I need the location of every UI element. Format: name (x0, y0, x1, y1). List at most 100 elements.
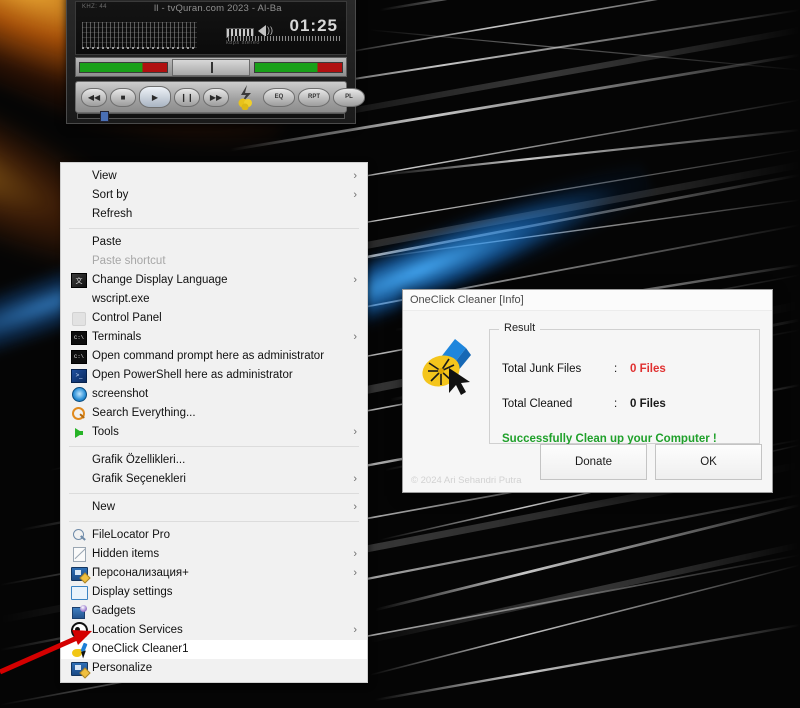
menu-item-change-display-language[interactable]: 文 Change Display Language › (61, 271, 367, 290)
location-services-icon (70, 622, 88, 639)
menu-item-open-powershell-here-as-administrator[interactable]: >_ Open PowerShell here as administrator (61, 366, 367, 385)
menu-item-icon (69, 188, 89, 203)
gadgets-icon (71, 605, 87, 619)
menu-item-label: screenshot (92, 388, 149, 400)
dialog-title: OneClick Cleaner [Info] (403, 290, 772, 311)
vu-meter-right (254, 61, 343, 73)
row-colon: : (614, 363, 618, 375)
menu-item-label: Paste shortcut (92, 255, 166, 267)
menu-item-label: Gadgets (92, 605, 136, 617)
menu-item-hidden-items[interactable]: Hidden items › (61, 545, 367, 564)
player-position-meter (228, 36, 340, 41)
command-prompt-icon: C:\ (71, 349, 87, 364)
player-mode-button-group: EQ RPT PL (258, 87, 370, 107)
balance-slider[interactable] (172, 58, 250, 76)
menu-item-icon (69, 207, 89, 222)
control-panel-icon (72, 311, 86, 326)
menu-item-label: Change Display Language (92, 274, 228, 286)
menu-item-screenshot[interactable]: screenshot (61, 385, 367, 404)
menu-item-grafik-se-enekleri[interactable]: Grafik Seçenekleri › (61, 470, 367, 489)
media-player-window[interactable]: KHZ: 44 ll - tvQuran.com 2023 - Al-Ba 01… (66, 0, 365, 124)
menu-item-icon (69, 254, 89, 269)
menu-item-icon (69, 406, 89, 421)
ok-button[interactable]: OK (655, 444, 762, 480)
repeat-button[interactable]: RPT (298, 87, 330, 107)
chevron-right-icon: › (353, 567, 357, 579)
menu-item-icon (69, 169, 89, 184)
menu-item-paste[interactable]: Paste (61, 233, 367, 252)
chevron-right-icon: › (353, 501, 357, 513)
menu-item-new[interactable]: New › (61, 498, 367, 517)
menu-item-grafik-zellikleri[interactable]: Grafik Özellikleri... (61, 451, 367, 470)
stop-button[interactable]: ■ (110, 87, 136, 107)
playlist-button[interactable]: PL (333, 87, 365, 107)
powershell-icon: >_ (71, 368, 87, 383)
menu-item-open-command-prompt-here-as-administrator[interactable]: C:\ Open command prompt here as administr… (61, 347, 367, 366)
menu-item-персонализация+[interactable]: Персонализация+ › (61, 564, 367, 584)
dialog-body: Result Total Junk Files : 0 Files Total … (403, 311, 772, 492)
menu-item-icon (69, 642, 89, 659)
total-junk-files-label: Total Junk Files (502, 363, 582, 375)
player-seek-bar[interactable] (77, 111, 345, 122)
menu-item-oneclick-cleaner1[interactable]: OneClick Cleaner1 (61, 640, 367, 659)
menu-item-refresh[interactable]: Refresh (61, 205, 367, 224)
menu-item-icon (69, 528, 89, 543)
menu-item-wscript-exe[interactable]: wscript.exe (61, 290, 367, 309)
lightning-flower-icon (238, 85, 252, 110)
menu-item-location-services[interactable]: Location Services › (61, 621, 367, 640)
menu-item-tools[interactable]: Tools › (61, 423, 367, 442)
menu-item-view[interactable]: View › (61, 167, 367, 186)
menu-item-personalize[interactable]: Personalize (61, 659, 367, 679)
player-equalizer-visual (82, 22, 197, 48)
menu-item-icon (69, 311, 89, 326)
personalize-icon (70, 566, 91, 584)
desktop-context-menu[interactable]: View › Sort by › Refresh Paste Paste shortcut 文… (60, 162, 368, 683)
menu-item-gadgets[interactable]: Gadgets (61, 602, 367, 621)
total-cleaned-value: 0 Files (630, 398, 666, 410)
vu-meter-left (79, 61, 168, 73)
donate-button[interactable]: Donate (540, 444, 647, 480)
player-seek-handle[interactable] (100, 111, 109, 122)
menu-item-icon (69, 661, 91, 679)
chevron-right-icon: › (353, 331, 357, 343)
menu-item-icon (69, 566, 91, 584)
personalize-icon (70, 661, 91, 679)
broom-cursor-icon (419, 335, 481, 397)
pause-button[interactable]: ❙❙ (174, 87, 200, 107)
command-prompt-icon: C:\ (71, 330, 87, 345)
player-transport-controls[interactable]: ◀◀ ■ ▶ ❙❙ ▶▶ EQ RPT PL (75, 81, 365, 113)
menu-item-label: Display settings (92, 586, 173, 598)
hidden-items-icon (72, 547, 86, 562)
chevron-right-icon: › (353, 426, 357, 438)
copyright-text: © 2024 Ari Sehandri Putra (411, 475, 522, 486)
equalizer-button[interactable]: EQ (263, 87, 295, 107)
menu-item-paste-shortcut: Paste shortcut (61, 252, 367, 271)
previous-button[interactable]: ◀◀ (81, 87, 107, 107)
menu-item-label: Open command prompt here as administrato… (92, 350, 325, 362)
menu-item-filelocator-pro[interactable]: FileLocator Pro (61, 526, 367, 545)
player-track-title: ll - tvQuran.com 2023 - Al-Ba (154, 3, 282, 14)
chevron-right-icon: › (353, 473, 357, 485)
menu-item-terminals[interactable]: C:\ Terminals › (61, 328, 367, 347)
menu-item-label: Sort by (92, 189, 129, 201)
menu-item-icon (69, 500, 89, 515)
menu-item-control-panel[interactable]: Control Panel (61, 309, 367, 328)
chevron-right-icon: › (353, 274, 357, 286)
menu-item-display-settings[interactable]: Display settings (61, 583, 367, 602)
player-khz-label: KHZ: 44 (82, 4, 107, 10)
speaker-waves-icon: )) (267, 25, 273, 35)
magnifier-icon (72, 529, 86, 542)
next-button[interactable]: ▶▶ (203, 87, 229, 107)
menu-item-icon: C:\ (69, 330, 89, 345)
menu-item-search-everything[interactable]: Search Everything... (61, 404, 367, 423)
player-vu-meters (75, 57, 347, 77)
menu-item-icon: C:\ (69, 349, 89, 364)
menu-item-icon (69, 622, 89, 639)
oneclick-cleaner-dialog[interactable]: OneClick Cleaner [Info] Result Total Jun… (402, 289, 773, 493)
menu-separator (69, 493, 359, 494)
play-button[interactable]: ▶ (139, 86, 171, 108)
menu-item-sort-by[interactable]: Sort by › (61, 186, 367, 205)
player-time: 01:25 (289, 16, 338, 35)
chevron-right-icon: › (353, 548, 357, 560)
menu-item-icon (69, 547, 89, 562)
